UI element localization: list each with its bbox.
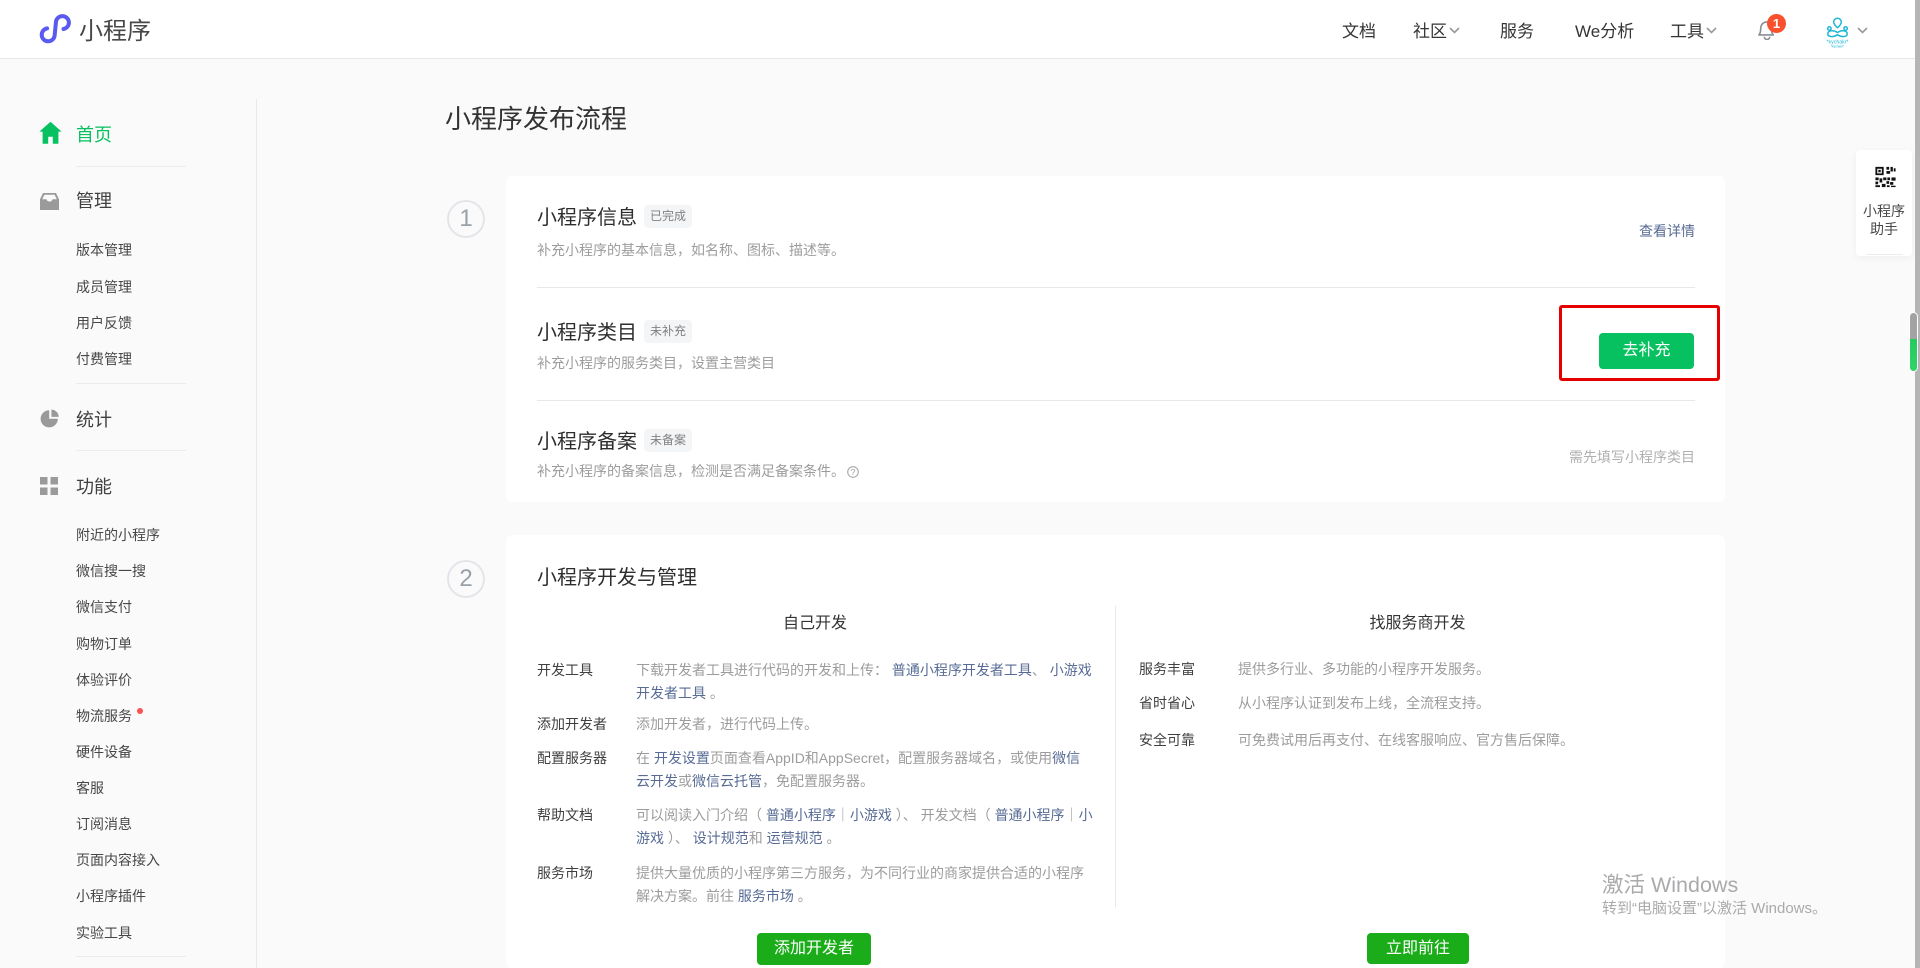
svg-text:?: ?: [851, 467, 856, 477]
svg-text:*kychakr*: *kychakr*: [1831, 45, 1845, 49]
